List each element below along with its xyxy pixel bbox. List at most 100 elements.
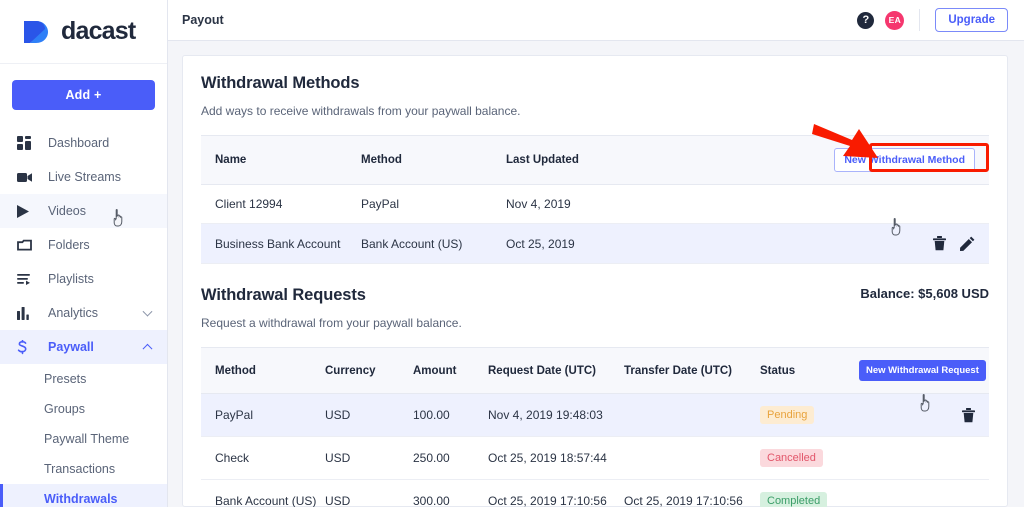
topbar: Payout ? EA Upgrade	[168, 0, 1024, 41]
content-scroll: Withdrawal Methods Add ways to receive w…	[168, 41, 1024, 507]
column-header-last-updated: Last Updated	[506, 136, 789, 185]
cell-actions	[859, 394, 989, 437]
cell-method: Bank Account (US)	[201, 480, 325, 507]
withdrawal-methods-header: Withdrawal Methods Add ways to receive w…	[201, 74, 989, 118]
bar-chart-icon	[17, 305, 36, 321]
cell-method: PayPal	[201, 394, 325, 437]
sidebar-item-label: Folders	[48, 238, 90, 252]
column-header-method: Method	[361, 136, 506, 185]
cell-method: PayPal	[361, 185, 506, 224]
sidebar-item-paywall-theme[interactable]: Paywall Theme	[0, 424, 167, 454]
sidebar-subitem-label: Transactions	[44, 462, 115, 476]
add-button[interactable]: Add +	[12, 80, 155, 110]
divider	[919, 9, 920, 31]
trash-icon[interactable]	[933, 236, 946, 251]
breadcrumb: Payout	[182, 13, 224, 27]
cell-transfer-date	[624, 437, 760, 480]
brand-name: dacast	[61, 17, 135, 46]
cell-last-updated: Nov 4, 2019	[506, 185, 789, 224]
sidebar-item-paywall[interactable]: Paywall	[0, 330, 167, 364]
withdrawal-methods-table-wrap: Name Method Last Updated New Withdrawal …	[201, 135, 989, 264]
cell-actions	[859, 437, 989, 480]
cell-name: Business Bank Account	[201, 224, 361, 264]
playlist-icon	[17, 271, 36, 287]
table-row[interactable]: PayPal USD 100.00 Nov 4, 2019 19:48:03 P…	[201, 394, 989, 437]
dacast-chevron-logo-icon	[20, 19, 54, 45]
cell-actions	[789, 185, 989, 224]
cell-method: Bank Account (US)	[361, 224, 506, 264]
column-header-currency: Currency	[325, 348, 413, 394]
cell-currency: USD	[325, 480, 413, 507]
cell-currency: USD	[325, 394, 413, 437]
add-button-wrap: Add +	[0, 64, 167, 122]
column-header-transfer-date: Transfer Date (UTC)	[624, 348, 760, 394]
sidebar-item-presets[interactable]: Presets	[0, 364, 167, 394]
cell-amount: 250.00	[413, 437, 488, 480]
sidebar-subitem-label: Paywall Theme	[44, 432, 129, 446]
cell-transfer-date: Oct 25, 2019 17:10:56	[624, 480, 760, 507]
table-row[interactable]: Business Bank Account Bank Account (US) …	[201, 224, 989, 264]
status-badge: Pending	[760, 406, 814, 424]
sidebar-item-dashboard[interactable]: Dashboard	[0, 126, 167, 160]
main-area: Payout ? EA Upgrade Withdrawal Methods A…	[168, 0, 1024, 507]
cell-status: Completed	[760, 480, 859, 507]
trash-icon[interactable]	[962, 408, 975, 423]
cell-request-date: Nov 4, 2019 19:48:03	[488, 394, 624, 437]
cell-currency: USD	[325, 437, 413, 480]
table-header-row: Method Currency Amount Request Date (UTC…	[201, 348, 989, 394]
question-mark-icon[interactable]: ?	[857, 12, 874, 29]
cell-amount: 300.00	[413, 480, 488, 507]
sidebar-item-playlists[interactable]: Playlists	[0, 262, 167, 296]
cell-name: Client 12994	[201, 185, 361, 224]
balance-label: Balance: $5,608 USD	[860, 286, 989, 301]
app-root: dacast Add + Dashboard	[0, 0, 1024, 507]
topbar-right: ? EA Upgrade	[857, 8, 1008, 32]
sidebar-item-live-streams[interactable]: Live Streams	[0, 160, 167, 194]
column-header-status: Status	[760, 348, 859, 394]
sidebar: dacast Add + Dashboard	[0, 0, 168, 507]
withdrawal-methods-table: Name Method Last Updated New Withdrawal …	[201, 136, 989, 264]
sidebar-item-label: Analytics	[48, 306, 98, 320]
sidebar-item-label: Videos	[48, 204, 86, 218]
withdrawal-requests-table-wrap: Method Currency Amount Request Date (UTC…	[201, 347, 989, 507]
play-icon	[17, 203, 36, 219]
column-header-request-date: Request Date (UTC)	[488, 348, 624, 394]
cell-method: Check	[201, 437, 325, 480]
new-withdrawal-request-cell: New Withdrawal Request	[859, 348, 989, 394]
table-row[interactable]: Client 12994 PayPal Nov 4, 2019	[201, 185, 989, 224]
cell-amount: 100.00	[413, 394, 488, 437]
sidebar-nav: Dashboard Live Streams Videos	[0, 122, 167, 507]
chevron-up-icon	[143, 344, 153, 354]
upgrade-button[interactable]: Upgrade	[935, 8, 1008, 32]
brand-logo[interactable]: dacast	[0, 0, 167, 64]
new-withdrawal-method-button[interactable]: New Withdrawal Method	[834, 148, 975, 172]
table-header-row: Name Method Last Updated New Withdrawal …	[201, 136, 989, 185]
dollar-icon	[17, 339, 36, 355]
new-withdrawal-method-cell: New Withdrawal Method	[789, 136, 989, 185]
sidebar-subitem-label: Withdrawals	[44, 492, 118, 506]
sidebar-item-videos[interactable]: Videos	[0, 194, 167, 228]
table-row[interactable]: Check USD 250.00 Oct 25, 2019 18:57:44 C…	[201, 437, 989, 480]
pencil-icon[interactable]	[960, 236, 975, 251]
sidebar-subitem-label: Groups	[44, 402, 85, 416]
status-badge: Completed	[760, 492, 827, 507]
sidebar-item-folders[interactable]: Folders	[0, 228, 167, 262]
withdrawal-requests-subtitle: Request a withdrawal from your paywall b…	[201, 316, 462, 330]
sidebar-item-transactions[interactable]: Transactions	[0, 454, 167, 484]
cell-status: Cancelled	[760, 437, 859, 480]
avatar[interactable]: EA	[885, 11, 904, 30]
sidebar-item-analytics[interactable]: Analytics	[0, 296, 167, 330]
withdrawal-methods-subtitle: Add ways to receive withdrawals from you…	[201, 104, 520, 118]
column-header-method: Method	[201, 348, 325, 394]
section-title-withdrawal-requests: Withdrawal Requests	[201, 286, 462, 305]
cell-status: Pending	[760, 394, 859, 437]
column-header-amount: Amount	[413, 348, 488, 394]
sidebar-item-groups[interactable]: Groups	[0, 394, 167, 424]
video-camera-icon	[17, 169, 36, 185]
cell-transfer-date	[624, 394, 760, 437]
table-row[interactable]: Bank Account (US) USD 300.00 Oct 25, 201…	[201, 480, 989, 507]
new-withdrawal-request-button[interactable]: New Withdrawal Request	[859, 360, 986, 381]
sidebar-item-withdrawals[interactable]: Withdrawals	[0, 484, 167, 507]
payout-card: Withdrawal Methods Add ways to receive w…	[182, 55, 1008, 507]
sidebar-item-label: Dashboard	[48, 136, 109, 150]
